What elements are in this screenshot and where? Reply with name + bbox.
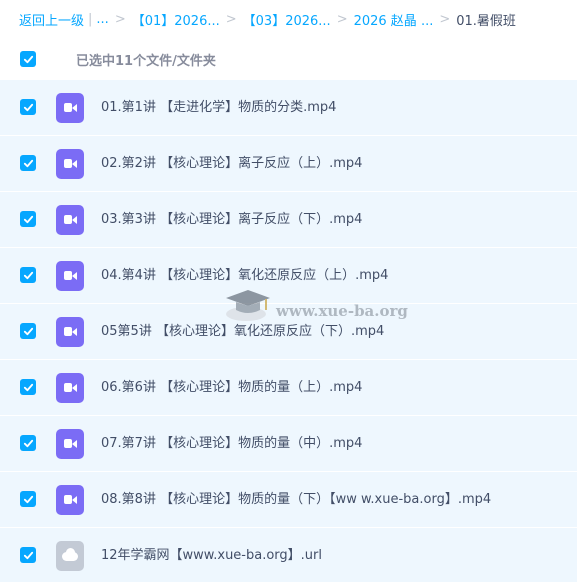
video-file-icon xyxy=(56,429,84,459)
file-name[interactable]: 07.第7讲 【核心理论】物质的量（中）.mp4 xyxy=(101,416,362,472)
crumb-separator: > xyxy=(336,11,348,27)
video-file-icon xyxy=(56,93,84,123)
crumb-current: 01.暑假班 xyxy=(456,13,516,29)
file-name[interactable]: 12年学霸网【www.xue-ba.org】.url xyxy=(101,528,322,582)
file-row[interactable]: 04.第4讲 【核心理论】氧化还原反应（上）.mp4 xyxy=(0,248,577,304)
check-icon xyxy=(23,215,33,223)
file-name[interactable]: 02.第2讲 【核心理论】离子反应（上）.mp4 xyxy=(101,136,362,192)
file-row[interactable]: 01.第1讲 【走进化学】物质的分类.mp4 xyxy=(0,80,577,136)
file-list: 01.第1讲 【走进化学】物质的分类.mp4 02.第2讲 【核心理论】离子反应… xyxy=(0,80,577,582)
file-row[interactable]: 05第5讲 【核心理论】氧化还原反应（下）.mp4 xyxy=(0,304,577,360)
file-row[interactable]: 07.第7讲 【核心理论】物质的量（中）.mp4 xyxy=(0,416,577,472)
crumb-link-3[interactable]: 2026 赵晶 ... xyxy=(354,10,434,29)
file-name[interactable]: 01.第1讲 【走进化学】物质的分类.mp4 xyxy=(101,80,336,136)
file-checkbox[interactable] xyxy=(20,267,36,283)
file-checkbox[interactable] xyxy=(20,491,36,507)
video-file-icon xyxy=(56,317,84,347)
file-row[interactable]: 03.第3讲 【核心理论】离子反应（下）.mp4 xyxy=(0,192,577,248)
crumb-link-1[interactable]: 【01】2026... xyxy=(132,10,220,29)
selection-bar: 已选中11个文件/文件夹 xyxy=(0,38,577,80)
file-row[interactable]: 02.第2讲 【核心理论】离子反应（上）.mp4 xyxy=(0,136,577,192)
crumb-separator: > xyxy=(225,11,237,27)
crumb-separator: > xyxy=(114,11,126,27)
crumb-separator: > xyxy=(439,11,451,27)
selection-count-label: 已选中11个文件/文件夹 xyxy=(76,53,216,69)
file-name[interactable]: 06.第6讲 【核心理论】物质的量（上）.mp4 xyxy=(101,360,362,416)
file-row[interactable]: 08.第8讲 【核心理论】物质的量（下）【ww w.xue-ba.org】.mp… xyxy=(0,472,577,528)
file-checkbox[interactable] xyxy=(20,155,36,171)
file-name[interactable]: 08.第8讲 【核心理论】物质的量（下）【ww w.xue-ba.org】.mp… xyxy=(101,472,491,528)
file-name[interactable]: 04.第4讲 【核心理论】氧化还原反应（上）.mp4 xyxy=(101,248,388,304)
file-name[interactable]: 03.第3讲 【核心理论】离子反应（下）.mp4 xyxy=(101,192,362,248)
check-icon xyxy=(23,103,33,111)
check-icon xyxy=(23,271,33,279)
file-name[interactable]: 05第5讲 【核心理论】氧化还原反应（下）.mp4 xyxy=(101,304,384,360)
video-file-icon xyxy=(56,205,84,235)
breadcrumb: 返回上一级 | ... > 【01】2026... > 【03】2026... … xyxy=(0,0,577,38)
check-icon xyxy=(23,439,33,447)
check-icon xyxy=(23,551,33,559)
file-row[interactable]: 06.第6讲 【核心理论】物质的量（上）.mp4 xyxy=(0,360,577,416)
check-icon xyxy=(23,327,33,335)
select-all-checkbox[interactable] xyxy=(20,51,36,67)
video-file-icon xyxy=(56,261,84,291)
video-file-icon xyxy=(56,149,84,179)
check-icon xyxy=(23,55,33,63)
file-checkbox[interactable] xyxy=(20,379,36,395)
check-icon xyxy=(23,159,33,167)
back-link[interactable]: 返回上一级 xyxy=(19,10,84,29)
file-checkbox[interactable] xyxy=(20,323,36,339)
file-checkbox[interactable] xyxy=(20,547,36,563)
file-checkbox[interactable] xyxy=(20,99,36,115)
file-checkbox[interactable] xyxy=(20,211,36,227)
video-file-icon xyxy=(56,373,84,403)
crumb-link-2[interactable]: 【03】2026... xyxy=(243,10,331,29)
video-file-icon xyxy=(56,485,84,515)
crumb-ellipsis[interactable]: ... xyxy=(96,12,108,27)
link-file-icon xyxy=(56,541,84,571)
check-icon xyxy=(23,495,33,503)
check-icon xyxy=(23,383,33,391)
file-checkbox[interactable] xyxy=(20,435,36,451)
crumb-divider: | xyxy=(88,11,93,27)
file-row[interactable]: 12年学霸网【www.xue-ba.org】.url xyxy=(0,528,577,582)
